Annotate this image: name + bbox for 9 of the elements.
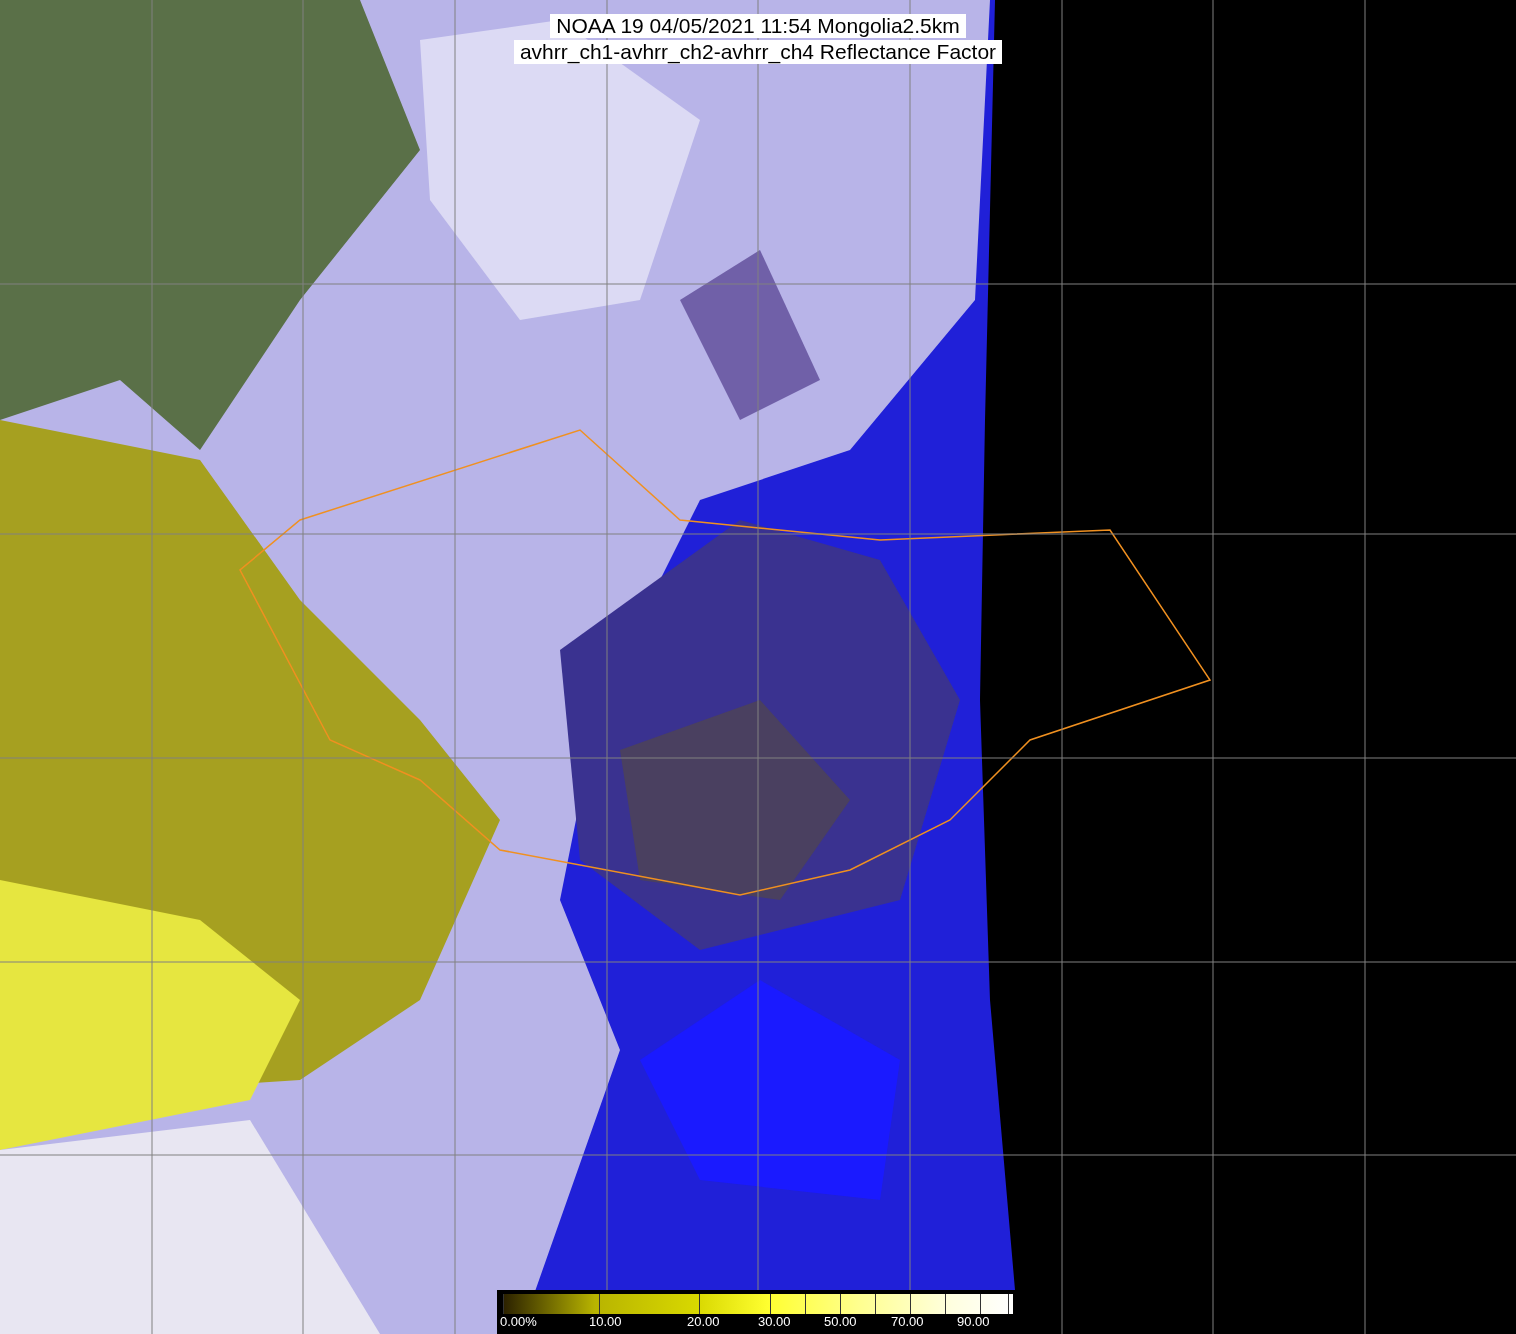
image-title: avhrr_ch1-avhrr_ch2-avhrr_ch4 Reflectance Factor <box>513 40 1003 64</box>
image-title: NOAA 19 04/05/2021 11:54 Mongolia2.5km <box>550 14 966 38</box>
scale-label: 90.00 <box>957 1314 990 1330</box>
scale-label: 50.00 <box>824 1314 857 1330</box>
scale-label: 30.00 <box>758 1314 791 1330</box>
scale-label: 0.00% <box>500 1314 537 1330</box>
scale-label: 20.00 <box>687 1314 720 1330</box>
scale-label: 70.00 <box>891 1314 924 1330</box>
scale-label: 10.00 <box>589 1314 622 1330</box>
